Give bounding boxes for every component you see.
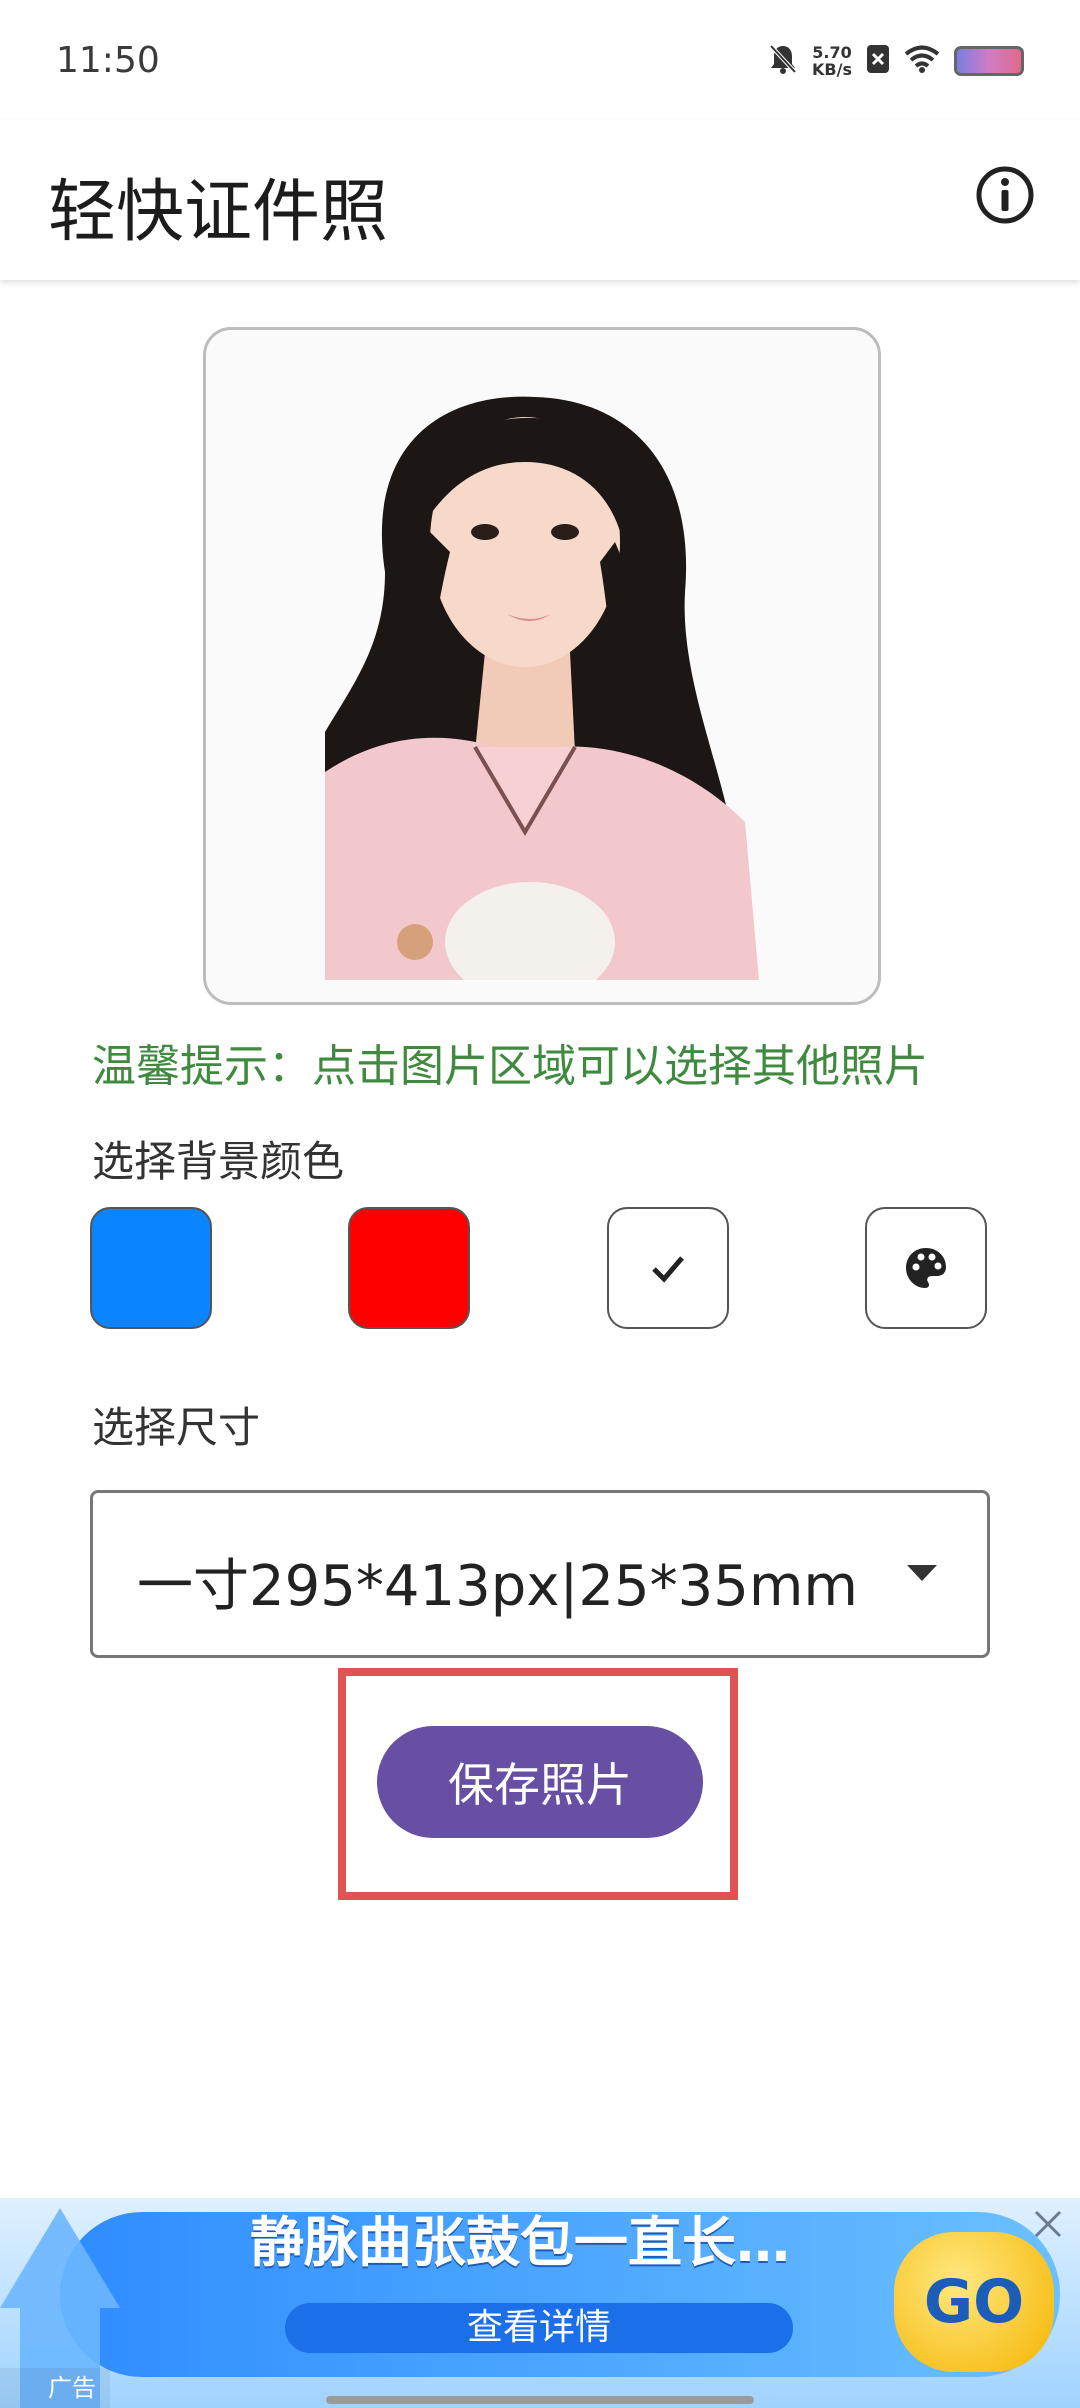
info-button[interactable] <box>970 160 1040 230</box>
tip-text: 温馨提示：点击图片区域可以选择其他照片 <box>92 1041 928 1092</box>
ad-go-button[interactable]: GO <box>894 2232 1054 2372</box>
home-indicator[interactable] <box>326 2396 754 2404</box>
ad-tag: 广告 <box>0 2368 110 2408</box>
net-speed: 5.70 KB/s <box>812 44 852 78</box>
swatch-custom-color[interactable] <box>865 1207 987 1329</box>
net-speed-unit: KB/s <box>812 60 852 79</box>
battery-icon <box>954 46 1024 76</box>
swatch-red[interactable] <box>348 1207 470 1329</box>
ad-details-button[interactable]: 查看详情 <box>285 2303 793 2353</box>
page: 11:50 5.70 KB/s 轻快证件照 温馨提示：点击图片区域可以选择其他照… <box>0 0 1080 2408</box>
status-bar: 11:50 5.70 KB/s <box>0 0 1080 120</box>
photo-picker[interactable] <box>203 327 881 1005</box>
dropdown-arrow-icon <box>907 1565 937 1581</box>
info-icon <box>976 166 1034 224</box>
bell-muted-icon <box>768 43 798 79</box>
app-bar: 轻快证件照 <box>0 120 1080 280</box>
status-icons: 5.70 KB/s <box>768 36 1024 86</box>
save-photo-button[interactable]: 保存照片 <box>377 1726 703 1838</box>
wifi-icon <box>904 45 940 77</box>
palette-icon <box>906 1248 946 1288</box>
status-time: 11:50 <box>56 40 160 81</box>
sim-off-icon <box>866 44 890 78</box>
portrait-photo <box>325 352 759 980</box>
size-dropdown-value: 一寸295*413px|25*35mm <box>137 1554 858 1619</box>
check-icon <box>652 1256 684 1283</box>
close-icon <box>1034 2210 1062 2238</box>
ad-title[interactable]: 静脉曲张鼓包一直长… <box>250 2198 790 2277</box>
swatch-blue[interactable] <box>90 1207 212 1329</box>
ad-close-button[interactable] <box>1030 2206 1066 2242</box>
size-dropdown[interactable]: 一寸295*413px|25*35mm <box>90 1490 990 1658</box>
swatch-white[interactable] <box>607 1207 729 1329</box>
size-label: 选择尺寸 <box>92 1403 261 1452</box>
app-title: 轻快证件照 <box>48 173 389 252</box>
background-color-label: 选择背景颜色 <box>92 1137 345 1186</box>
net-speed-value: 5.70 <box>812 43 852 62</box>
